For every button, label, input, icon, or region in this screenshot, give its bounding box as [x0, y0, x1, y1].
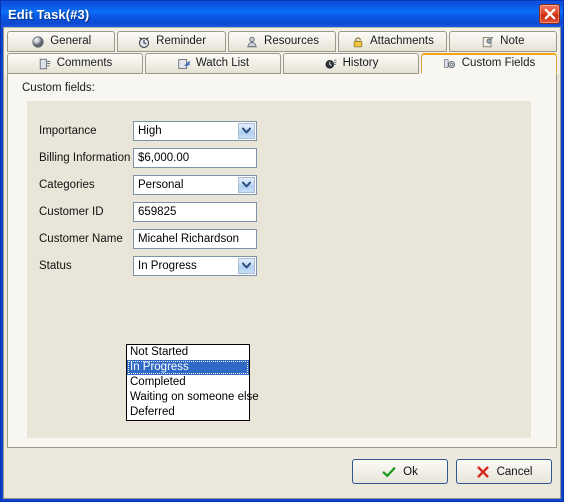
billing-information-value: $6,000.00: [138, 151, 190, 164]
categories-value: Personal: [138, 178, 184, 191]
importance-value: High: [138, 124, 162, 137]
custom-fields-form: Importance High Billing Information $6,0…: [27, 101, 531, 438]
red-x-icon: [476, 465, 489, 478]
tab-reminder-label: Reminder: [156, 34, 207, 47]
categories-chevron-down-icon[interactable]: [238, 176, 255, 193]
panel-heading: Custom fields:: [22, 82, 95, 94]
tab-note-label: Note: [500, 34, 525, 47]
tab-attachments[interactable]: Attachments: [338, 31, 447, 52]
tab-row-1: General Reminder Resources Attachments N…: [7, 31, 558, 52]
custom-fields-panel: Custom fields: Importance High Billing I…: [7, 74, 557, 448]
field-customer-name-label: Customer Name: [39, 232, 123, 245]
close-x-icon: [544, 8, 555, 20]
tab-reminder[interactable]: Reminder: [117, 31, 226, 52]
field-categories-label: Categories: [39, 178, 95, 191]
customer-id-value: 659825: [138, 205, 177, 218]
tab-history-label: History: [342, 56, 379, 69]
green-check-icon: [382, 466, 396, 477]
cancel-button-label: Cancel: [496, 465, 533, 478]
cancel-button[interactable]: Cancel: [456, 459, 552, 484]
tab-general[interactable]: General: [7, 31, 116, 52]
status-combo[interactable]: In Progress: [133, 255, 257, 276]
comments-list-icon: [39, 58, 50, 69]
status-option-completed[interactable]: Completed: [127, 375, 249, 390]
lock-icon: [353, 36, 363, 47]
tab-resources-label: Resources: [264, 34, 319, 47]
title-bar: Edit Task(#3): [1, 1, 563, 27]
tab-attachments-label: Attachments: [369, 34, 434, 47]
watch-list-icon: [178, 58, 190, 69]
tab-watch-list[interactable]: Watch List: [145, 53, 281, 74]
field-status-label: Status: [39, 259, 72, 272]
tab-resources[interactable]: Resources: [227, 31, 337, 52]
tab-custom-fields-label: Custom Fields: [461, 57, 536, 70]
close-window-button[interactable]: [539, 4, 560, 24]
tab-note[interactable]: Note: [448, 31, 558, 52]
importance-combo[interactable]: High: [133, 120, 257, 141]
status-option-not-started[interactable]: Not Started: [127, 345, 249, 360]
alarm-clock-icon: [139, 36, 150, 48]
ok-button-label: Ok: [403, 465, 418, 478]
customer-name-value: Micahel Richardson: [138, 232, 239, 245]
status-chevron-down-icon[interactable]: [238, 257, 255, 274]
field-importance: Importance High: [39, 120, 257, 141]
tab-comments-label: Comments: [56, 56, 113, 69]
tab-history[interactable]: History: [283, 53, 419, 74]
tab-strip: General Reminder Resources Attachments N…: [4, 28, 560, 74]
person-icon: [247, 36, 257, 47]
tab-row-2: Comments Watch List History Custom Field…: [7, 53, 557, 74]
tab-comments[interactable]: Comments: [7, 53, 143, 74]
field-status: Status In Progress: [39, 255, 257, 276]
field-customer-id: Customer ID 659825: [39, 201, 257, 222]
window-client-area: General Reminder Resources Attachments N…: [3, 27, 561, 499]
status-option-waiting-on-someone-else[interactable]: Waiting on someone else: [127, 390, 259, 405]
field-customer-id-label: Customer ID: [39, 205, 104, 218]
tab-custom-fields[interactable]: Custom Fields: [421, 53, 557, 74]
gear-fields-icon: [443, 59, 455, 68]
status-value: In Progress: [138, 259, 197, 272]
field-billing-information-label: Billing Information: [39, 151, 131, 164]
tab-general-label: General: [50, 34, 92, 47]
clock-history-icon: [325, 59, 337, 69]
status-dropdown-list[interactable]: Not Started In Progress Completed Waitin…: [126, 344, 259, 421]
field-customer-name: Customer Name Micahel Richardson: [39, 228, 257, 249]
ok-button[interactable]: Ok: [352, 459, 448, 484]
status-option-in-progress[interactable]: In Progress: [127, 360, 249, 375]
field-billing-information: Billing Information $6,000.00: [39, 147, 257, 168]
window-title: Edit Task(#3): [8, 6, 90, 22]
pushpin-note-icon: [482, 36, 494, 47]
customer-id-input[interactable]: 659825: [133, 201, 257, 222]
sphere-icon: [32, 35, 44, 48]
customer-name-input[interactable]: Micahel Richardson: [133, 228, 257, 249]
field-categories: Categories Personal: [39, 174, 257, 195]
categories-combo[interactable]: Personal: [133, 174, 257, 195]
importance-chevron-down-icon[interactable]: [238, 122, 255, 139]
billing-information-input[interactable]: $6,000.00: [133, 147, 257, 168]
edit-task-window: Edit Task(#3) General Reminder Resources…: [0, 0, 564, 502]
tab-watch-list-label: Watch List: [195, 56, 250, 69]
status-option-deferred[interactable]: Deferred: [127, 405, 249, 420]
dialog-footer: Ok Cancel: [4, 448, 560, 498]
field-importance-label: Importance: [39, 124, 97, 137]
